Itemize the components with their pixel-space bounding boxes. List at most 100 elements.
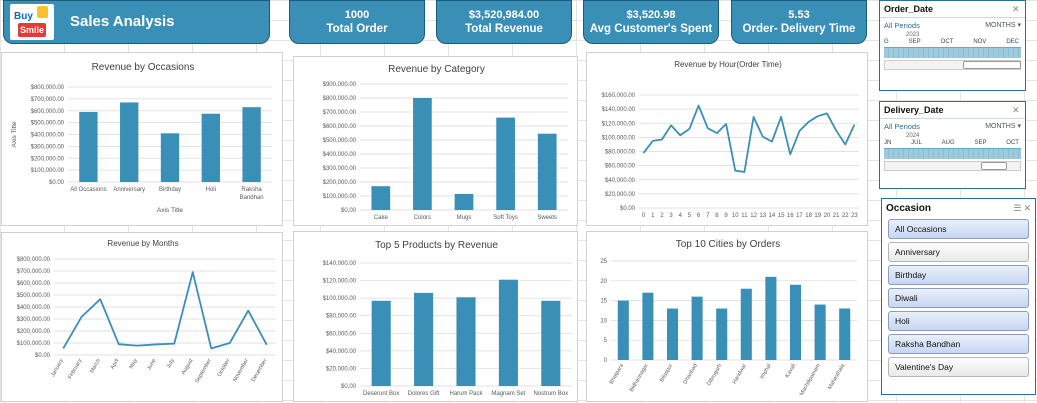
occasion-item[interactable]: Raksha Bandhan [888,334,1029,354]
time-level-label: MONTHS [985,123,1016,130]
y-tick-label: $80,000.00 [326,314,357,320]
y-tick-label: $0.00 [35,353,51,359]
y-tick-label: $20,000.00 [605,192,636,198]
y-tick-label: $140,000.00 [323,261,357,267]
x-tick-label: March [89,358,102,374]
x-tick-label: 1 [651,213,655,219]
y-tick-label: $700,000.00 [17,269,51,275]
timeline-month[interactable]: SEP [974,140,986,146]
timeline-month[interactable]: DEC [1006,39,1019,45]
chart-revenue-by-occasions[interactable]: Revenue by Occasions $0.00 $100,000.00 $200… [1,52,283,226]
x-tick-label: 20 [824,213,831,219]
x-tick-label: Raksha [241,187,262,193]
logo-text-top: Buy [14,11,33,22]
bar [498,279,518,386]
kpi-order-delivery-time: 5.53 Order- Delivery Time [731,0,867,44]
clear-filter-icon[interactable]: ✕ [1012,105,1021,115]
x-tick-label: October [216,358,231,378]
timeline-scrollbar[interactable] [884,60,1021,70]
y-tick-label: $600,000.00 [323,124,357,130]
chart-title: Top 10 Cities by Orders [676,239,781,250]
timeline-selection-bar[interactable] [884,47,1021,58]
y-tick-label: $120,000.00 [323,279,357,285]
y-tick-label: $300,000.00 [17,317,51,323]
multi-select-icon[interactable]: ☰ [1013,203,1021,213]
bar [740,288,752,360]
x-tick-label: Deserunt Box [363,391,399,397]
x-tick-label: All Occasions [70,187,106,193]
kpi-value: $3,520.98 [626,9,676,21]
scrollbar-thumb[interactable] [981,162,1007,170]
occasion-item[interactable]: Anniversary [888,242,1029,262]
timeline-month[interactable]: OCT [1006,140,1019,146]
occasion-item[interactable]: All Occasions [888,219,1029,239]
x-tick-label: Nostrum Box [533,391,568,397]
y-tick-label: $300,000.00 [31,144,65,150]
bar [814,304,826,360]
x-tick-label: 6 [697,213,701,219]
chart-svg: Revenue by Occasions $0.00 $100,000.00 $200… [11,62,272,214]
x-tick-label: April [110,358,121,371]
x-tick-label: 10 [732,213,739,219]
slicer-title: Order_Date [884,4,934,14]
clear-filter-icon[interactable]: ✕ [1023,203,1031,213]
bar [120,102,139,182]
chart-revenue-by-hour[interactable]: Revenue by Hour(Order Time) $0.00 $20,000.… [586,52,868,226]
y-tick-label: 0 [604,358,608,364]
series-line [62,271,268,350]
timeline-selection-bar[interactable] [884,148,1021,159]
chart-top-5-products[interactable]: Top 5 Products by Revenue $0.00 $20,000.00… [293,231,578,402]
y-tick-label: $400,000.00 [323,152,357,158]
timeline-month[interactable]: G [884,39,889,45]
timeline-month[interactable]: SEP [909,39,921,45]
timeline-months: G SEP OCT NOV DEC [880,39,1025,45]
y-tick-label: $100,000.00 [31,168,65,174]
chart-title: Revenue by Months [107,239,178,248]
y-tick-label: $500,000.00 [31,121,65,127]
occasion-item[interactable]: Holi [888,311,1029,331]
y-tick-label: $800,000.00 [31,85,65,91]
clear-filter-icon[interactable]: ✕ [1012,4,1021,14]
all-periods-link[interactable]: All Periods [884,122,920,131]
occasion-item[interactable]: Diwali [888,288,1029,308]
time-level-dropdown[interactable]: MONTHS ▾ [985,21,1021,30]
chart-svg: Revenue by Months $0.00 $100,000.00 $200,00… [17,239,276,384]
y-tick-label: $100,000.00 [323,296,357,302]
x-tick-label: June [146,358,157,371]
x-axis-title: Axis Title [157,207,183,214]
bar [201,113,220,182]
bar [642,292,654,360]
timeline-month[interactable]: AUG [942,140,955,146]
bar [160,133,180,182]
x-tick-label: February [67,358,83,380]
kpi-total-revenue: $3,520,984.00 Total Revenue [436,0,572,44]
x-tick-label: Machilipatnam [799,363,822,397]
kpi-label: Order- Delivery Time [742,23,856,35]
slicer-header: Occasion ☰ ✕ [882,199,1035,217]
y-tick-label: 5 [604,338,608,344]
slicer-order-date: Order_Date ✕ All Periods MONTHS ▾ 2023 G… [879,0,1026,91]
timeline-month[interactable]: JUL [911,140,922,146]
timeline-month[interactable]: NOV [973,39,986,45]
all-periods-link[interactable]: All Periods [884,21,920,30]
y-tick-label: $0.00 [620,206,636,212]
chart-revenue-by-months[interactable]: Revenue by Months $0.00 $100,000.00 $200,00… [1,232,283,402]
x-tick-label: Magnam Set [491,391,525,397]
occasion-item[interactable]: Valentine's Day [888,357,1029,377]
chart-top-10-cities[interactable]: Top 10 Cities by Orders 0 5 10 15 20 25 Bhatpar… [586,231,868,402]
bar [691,296,703,360]
timeline-month[interactable]: JN [884,140,891,146]
chart-revenue-by-category[interactable]: Revenue by Category $0.00 $100,000.00 $200,… [293,56,578,226]
x-tick-label: 9 [724,213,728,219]
y-tick-label: 20 [600,279,607,285]
timeline-scrollbar[interactable] [884,161,1021,171]
series-line [642,104,856,173]
timeline-month[interactable]: OCT [941,39,954,45]
occasion-item[interactable]: Birthday [888,265,1029,285]
x-tick-label: Kavali [785,363,798,379]
x-tick-label: 22 [842,213,849,219]
scrollbar-thumb[interactable] [963,61,1021,69]
y-tick-label: $100,000.00 [602,135,636,141]
time-level-dropdown[interactable]: MONTHS ▾ [985,122,1021,131]
chart-title: Revenue by Occasions [92,62,195,73]
